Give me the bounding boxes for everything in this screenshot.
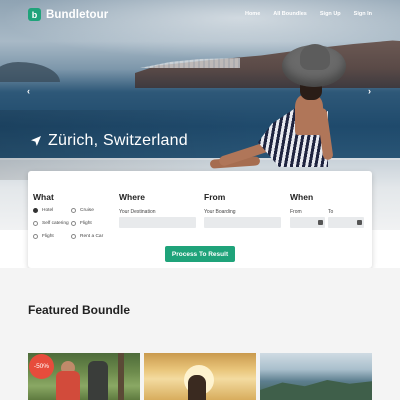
where-title: Where	[119, 192, 145, 202]
option-label: Cruise	[80, 208, 94, 213]
radio-icon	[71, 234, 76, 239]
featured-card-3[interactable]	[260, 353, 372, 400]
featured-title: Featured Boundle	[28, 303, 131, 317]
option-label: Rent a Car	[80, 234, 104, 239]
silhouette-figure	[188, 375, 206, 400]
boarding-input[interactable]	[204, 217, 281, 228]
from-title: From	[204, 192, 226, 202]
process-to-result-button[interactable]: Process To Result	[165, 246, 235, 262]
radio-icon	[71, 208, 76, 213]
hero-location: Zürich, Switzerland	[30, 132, 188, 150]
destination-input[interactable]	[119, 217, 196, 228]
calendar-icon	[318, 220, 323, 225]
option-self-catering[interactable]: Self catering	[33, 221, 69, 226]
date-from-label: From	[290, 209, 302, 215]
when-title: When	[290, 192, 314, 202]
chevron-right-icon[interactable]: ›	[368, 86, 371, 96]
option-cruise[interactable]: Cruise	[71, 208, 94, 213]
main-menu: Home All Boundles Sign Up Sign In	[245, 11, 372, 17]
option-flight[interactable]: Flight	[71, 221, 92, 226]
boarding-label: Your Boarding	[204, 209, 236, 215]
featured-card-2[interactable]	[144, 353, 256, 400]
brand-logo[interactable]: b Bundletour	[28, 8, 108, 21]
nav-all-boundles[interactable]: All Boundles	[273, 11, 307, 17]
hero-figure-hat-crown	[300, 44, 330, 70]
discount-badge: -50%	[29, 354, 54, 379]
date-to-input[interactable]	[328, 217, 364, 228]
hiker-figure	[88, 361, 108, 400]
option-label: Hotel	[42, 208, 54, 213]
logo-icon: b	[28, 8, 41, 21]
top-nav: b Bundletour Home All Boundles Sign Up S…	[0, 0, 400, 28]
calendar-icon	[357, 220, 362, 225]
option-flight-2[interactable]: Flight	[33, 234, 54, 239]
location-arrow-icon	[31, 136, 41, 146]
destination-label: Your Destination	[119, 209, 156, 215]
brand-name: Bundletour	[46, 8, 109, 21]
tree-trunk	[118, 353, 124, 400]
hero-location-text: Zürich, Switzerland	[48, 132, 188, 149]
radio-icon	[33, 208, 38, 213]
hills	[260, 380, 372, 400]
option-rent-a-car[interactable]: Rent a Car	[71, 234, 103, 239]
date-from-input[interactable]	[290, 217, 325, 228]
radio-icon	[33, 221, 38, 226]
hero-island	[0, 62, 60, 82]
option-hotel[interactable]: Hotel	[33, 208, 53, 213]
option-label: Flight	[80, 221, 92, 226]
what-title: What	[33, 192, 54, 202]
radio-icon	[71, 221, 76, 226]
nav-home[interactable]: Home	[245, 11, 260, 17]
nav-sign-in[interactable]: Sign In	[354, 11, 372, 17]
backpack	[56, 371, 80, 400]
option-label: Self catering	[42, 221, 69, 226]
nav-sign-up[interactable]: Sign Up	[320, 11, 341, 17]
chevron-left-icon[interactable]: ‹	[27, 86, 30, 96]
option-label: Flight	[42, 234, 54, 239]
date-to-label: To	[328, 209, 334, 215]
radio-icon	[33, 234, 38, 239]
search-card: What Hotel Cruise Self catering Flight F…	[28, 171, 372, 268]
